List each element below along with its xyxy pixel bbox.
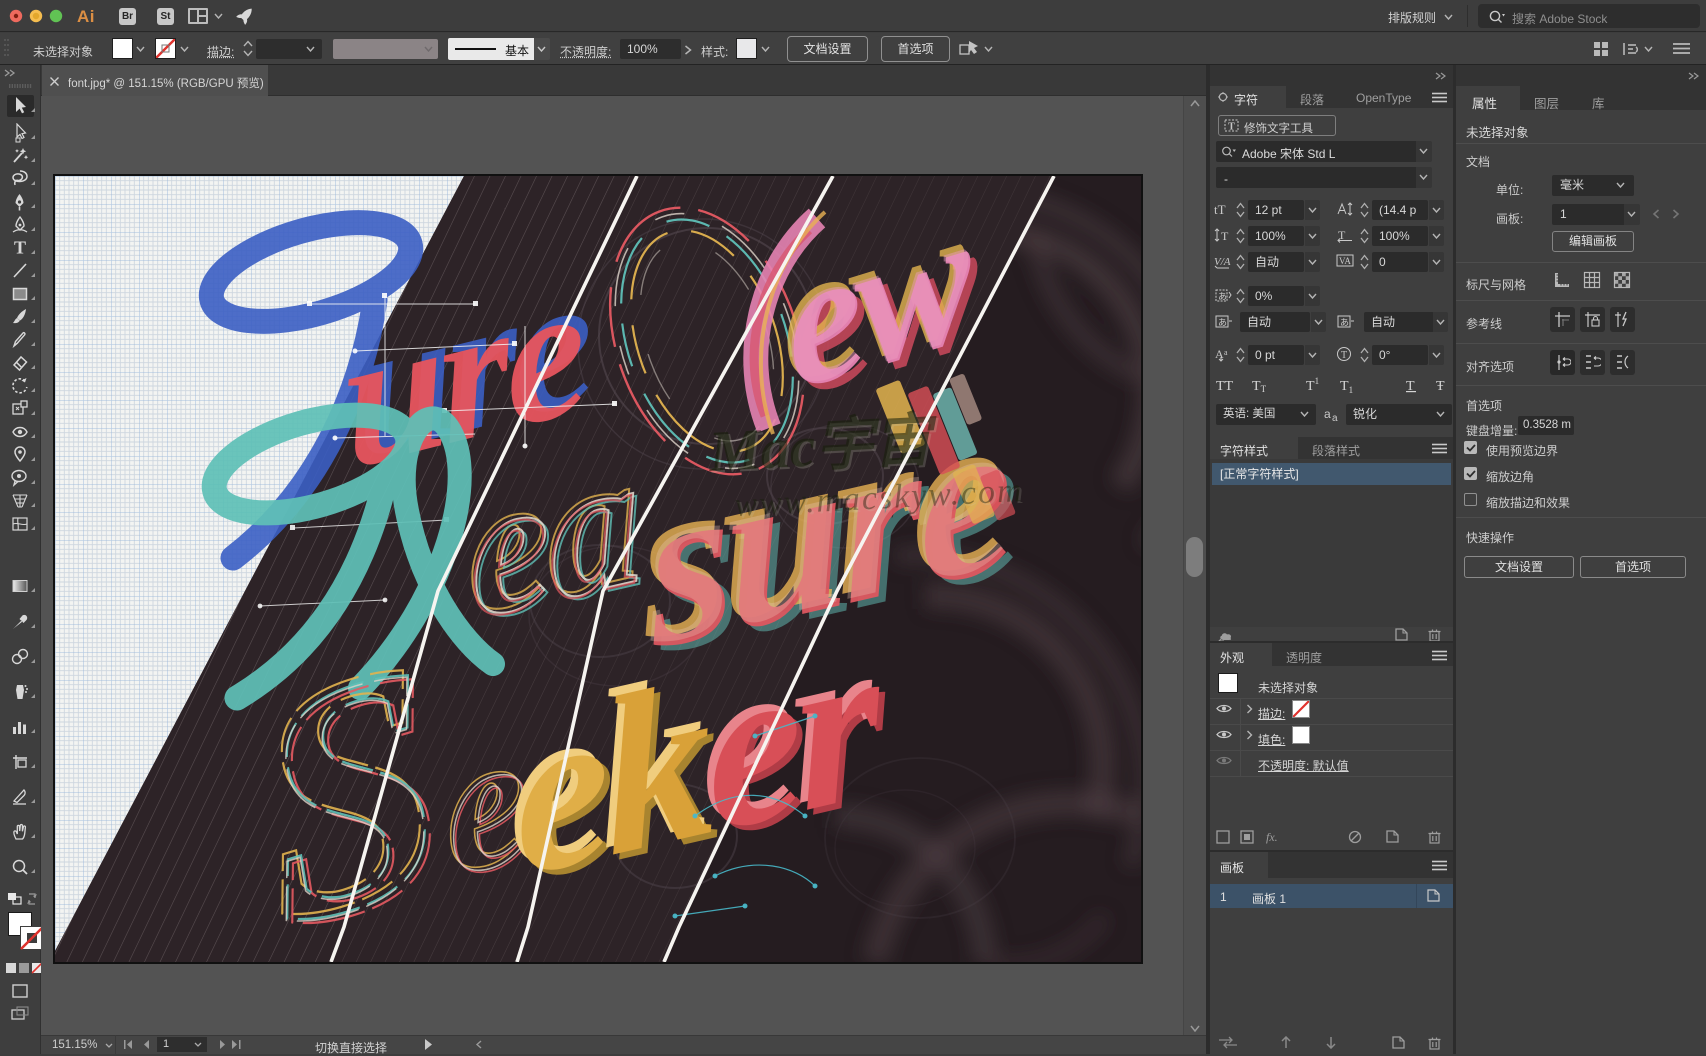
svg-text:あ: あ xyxy=(1218,292,1227,302)
svg-text:a: a xyxy=(1332,413,1338,421)
svg-text:TT: TT xyxy=(1216,379,1234,394)
svg-text:Mac宇宙: Mac宇宙 xyxy=(706,407,939,484)
svg-text:T1: T1 xyxy=(1306,377,1319,394)
svg-text:T: T xyxy=(1341,350,1347,361)
svg-text:あ: あ xyxy=(1340,318,1349,328)
svg-text:V/A: V/A xyxy=(1214,256,1231,268)
svg-text:T1: T1 xyxy=(1340,379,1353,395)
svg-text:あ: あ xyxy=(1218,318,1227,328)
svg-text:TT: TT xyxy=(1252,379,1267,394)
svg-text:T: T xyxy=(14,238,26,258)
svg-text:VA: VA xyxy=(1339,256,1351,266)
svg-text:a: a xyxy=(1224,348,1228,357)
svg-text:ea: ea xyxy=(459,416,647,661)
svg-text:a: a xyxy=(1324,407,1331,421)
svg-text:T: T xyxy=(1221,229,1229,243)
svg-text:Ŧ: Ŧ xyxy=(1436,379,1445,394)
svg-text:T: T xyxy=(1228,122,1235,133)
svg-text:fx.: fx. xyxy=(1266,830,1278,844)
svg-text:tT: tT xyxy=(1214,202,1226,217)
